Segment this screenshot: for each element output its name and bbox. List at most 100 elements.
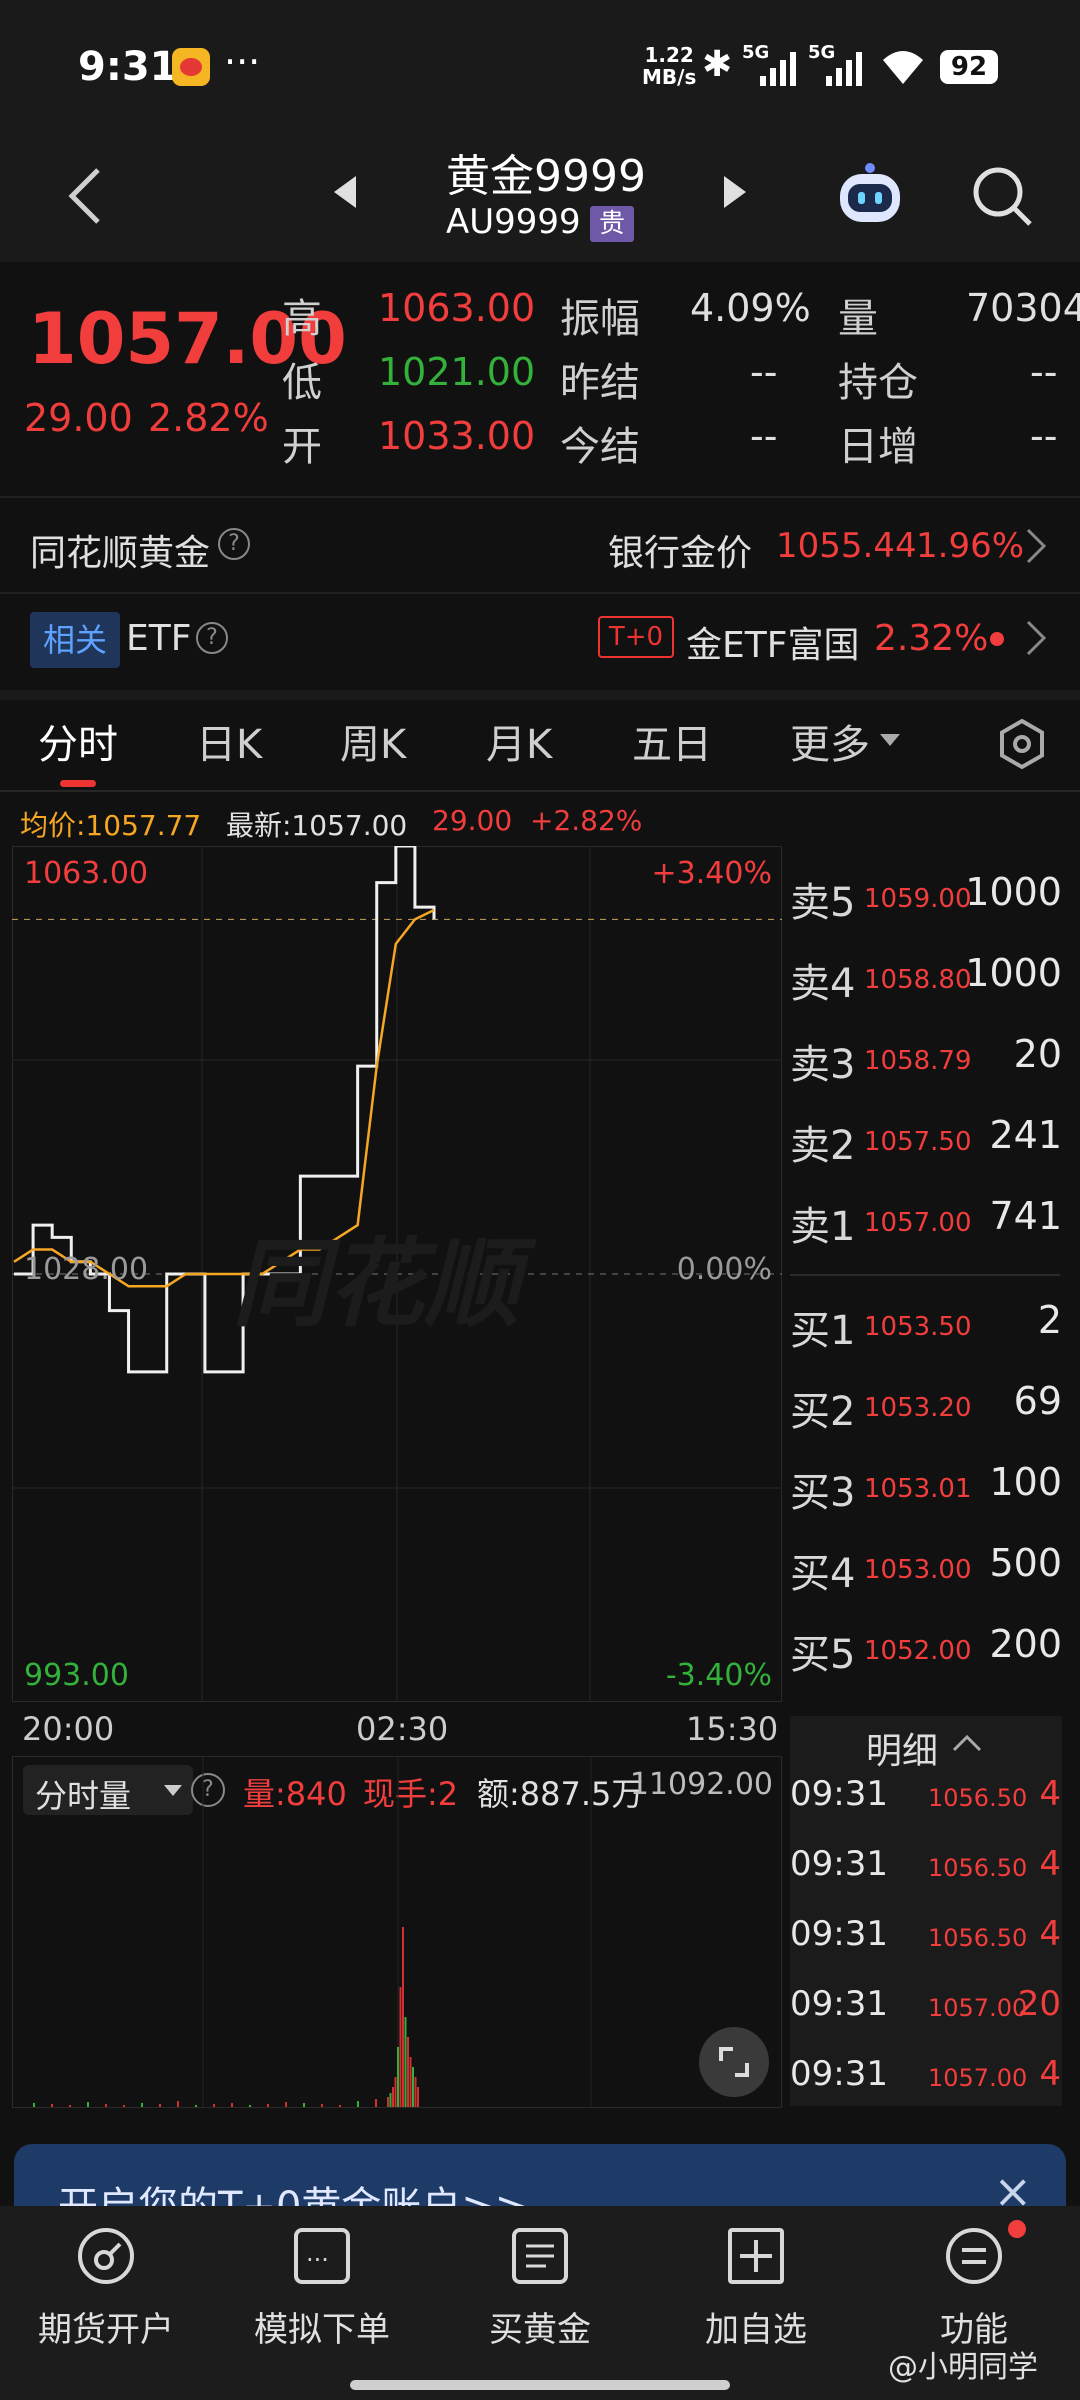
tab-intraday[interactable]: 分时 xyxy=(38,712,118,770)
amplitude-value: 4.09% xyxy=(690,286,811,330)
etf-fund-name: 金ETF富国 xyxy=(686,625,860,666)
volume-bar xyxy=(87,2102,89,2107)
bid-row[interactable]: 买4 1053.00 500 xyxy=(790,1527,1070,1607)
volume-bar xyxy=(267,2104,269,2107)
bid-qty: 2 xyxy=(1037,1298,1062,1342)
volume-bar xyxy=(394,2077,397,2107)
volume-bar xyxy=(357,2101,359,2107)
daily-increase-label: 日增 xyxy=(838,424,918,470)
bid-label: 买2 xyxy=(790,1389,856,1435)
ask-qty: 1000 xyxy=(965,951,1062,995)
nav-label: 模拟下单 xyxy=(254,2310,390,2350)
trade-qty: 4 xyxy=(1039,2054,1061,2094)
nav-functions[interactable]: 功能 xyxy=(874,2220,1074,2351)
bid-row[interactable]: 买1 1053.50 2 xyxy=(790,1284,1070,1364)
trade-time: 09:31 xyxy=(790,1844,888,1884)
volume-bar xyxy=(303,2103,305,2107)
bid-qty: 200 xyxy=(989,1622,1062,1666)
x-axis-label: 15:30 xyxy=(686,1710,779,1748)
chart-info-line: 均价:1057.77 最新:1057.00 29.00 +2.82% xyxy=(0,796,790,842)
signal-icon-1 xyxy=(756,50,806,90)
chart-settings-icon[interactable] xyxy=(996,718,1048,774)
help-icon[interactable]: ? xyxy=(196,622,228,654)
trade-qty: 4 xyxy=(1039,1844,1061,1884)
nav-label: 期货开户 xyxy=(38,2310,174,2350)
top-nav-bar: 黄金9999 AU9999 贵 xyxy=(0,130,1080,262)
tab-five-day[interactable]: 五日 xyxy=(632,712,712,770)
nav-label: 加自选 xyxy=(705,2310,807,2350)
volume-bar xyxy=(51,2104,53,2107)
previous-instrument-icon[interactable] xyxy=(330,174,360,214)
volume-bar xyxy=(249,2105,251,2107)
y-axis-top-label: 1063.00 xyxy=(24,856,149,891)
intraday-chart[interactable]: 1063.00 1028.00 993.00 +3.40% 0.00% -3.4… xyxy=(12,844,782,1702)
x-axis-label: 02:30 xyxy=(356,1710,449,1748)
bid-row[interactable]: 买3 1053.01 100 xyxy=(790,1446,1070,1526)
bank-price-value: 1055.44 xyxy=(776,526,917,566)
trade-price: 1056.50 xyxy=(928,1924,1028,1952)
trade-detail-row: 09:31 1056.50 4 xyxy=(790,1906,1065,1976)
chevron-right-icon xyxy=(1024,526,1048,570)
bid-qty: 69 xyxy=(1013,1379,1062,1423)
weibo-app-icon xyxy=(172,48,210,86)
next-instrument-icon[interactable] xyxy=(720,174,750,214)
fullscreen-button[interactable] xyxy=(699,2027,769,2097)
wifi-icon xyxy=(880,46,926,90)
quote-header: 1057.00 29.00 2.82% 高 低 开 1063.00 1021.0… xyxy=(0,262,1080,498)
ask-price: 1058.80 xyxy=(864,965,972,995)
related-etf-row[interactable]: 相关 ETF ? T+0 金ETF富国 2.32% xyxy=(0,596,1080,688)
nav-label: 买黄金 xyxy=(489,2310,591,2350)
ask-row[interactable]: 卖1 1057.00 741 xyxy=(790,1180,1070,1260)
ask-row[interactable]: 卖3 1058.79 20 xyxy=(790,1018,1070,1098)
bank-price-label: 银行金价 xyxy=(608,533,753,574)
nav-buy-gold[interactable]: 买黄金 xyxy=(440,2228,640,2351)
trade-price: 1056.50 xyxy=(928,1784,1028,1812)
robot-assistant-icon[interactable] xyxy=(834,160,906,234)
tab-daily-k[interactable]: 日K xyxy=(196,712,262,770)
etf-label: ETF xyxy=(126,618,192,659)
ask-price: 1057.50 xyxy=(864,1127,972,1157)
volume-bar xyxy=(213,2104,215,2107)
help-icon[interactable]: ? xyxy=(218,528,250,560)
volume-bar xyxy=(407,2037,409,2107)
ask-label: 卖5 xyxy=(790,880,856,926)
ask-price: 1058.79 xyxy=(864,1046,972,1076)
bottom-nav: 期货开户 ··· 模拟下单 买黄金 加自选 功能 @小明同学 xyxy=(0,2206,1080,2400)
bid-row[interactable]: 买5 1052.00 200 xyxy=(790,1608,1070,1688)
ask-row[interactable]: 卖2 1057.50 241 xyxy=(790,1099,1070,1179)
nav-add-watchlist[interactable]: 加自选 xyxy=(656,2228,856,2351)
volume-label: 量 xyxy=(838,296,878,342)
pct-axis-top-label: +3.40% xyxy=(651,856,772,891)
back-icon[interactable] xyxy=(64,166,104,230)
volume-bar xyxy=(375,2099,377,2107)
avg-price-label: 均价:1057.77 xyxy=(20,809,202,842)
tab-weekly-k[interactable]: 周K xyxy=(340,712,406,770)
ask-row[interactable]: 卖4 1058.80 1000 xyxy=(790,937,1070,1017)
trade-price: 1056.50 xyxy=(928,1854,1028,1882)
trade-price: 1057.00 xyxy=(928,1994,1028,2022)
chart-watermark: 同花顺 xyxy=(232,1228,520,1340)
trade-detail-row: 09:31 1056.50 4 xyxy=(790,1766,1065,1836)
bid-price: 1053.01 xyxy=(864,1474,972,1504)
ask-qty: 741 xyxy=(989,1194,1062,1238)
bid-row[interactable]: 买2 1053.20 69 xyxy=(790,1365,1070,1445)
y-axis-mid-label: 1028.00 xyxy=(24,1252,149,1287)
volume-bar xyxy=(392,2087,394,2107)
volume-bar xyxy=(159,2104,161,2107)
bid-label: 买1 xyxy=(790,1308,856,1354)
ask-price: 1057.00 xyxy=(864,1208,972,1238)
tab-monthly-k[interactable]: 月K xyxy=(486,712,552,770)
price-change: 29.00 xyxy=(24,396,133,440)
gold-price-row[interactable]: 同花顺黄金 ? 银行金价 1055.44 1.96% xyxy=(0,500,1080,592)
volume-bar xyxy=(387,2097,389,2107)
ask-row[interactable]: 卖5 1059.00 1000 xyxy=(790,856,1070,936)
search-icon[interactable] xyxy=(970,164,1034,232)
nav-futures-account[interactable]: 期货开户 xyxy=(6,2228,206,2351)
bid-price: 1052.00 xyxy=(864,1636,972,1666)
chevron-up-icon[interactable] xyxy=(950,1732,984,1758)
home-indicator[interactable] xyxy=(350,2380,730,2390)
tab-more[interactable]: 更多 xyxy=(790,712,870,770)
author-watermark: @小明同学 xyxy=(888,2350,1038,2385)
nav-simulated-order[interactable]: ··· 模拟下单 xyxy=(222,2228,422,2351)
chart-change-pct: +2.82% xyxy=(530,804,643,837)
